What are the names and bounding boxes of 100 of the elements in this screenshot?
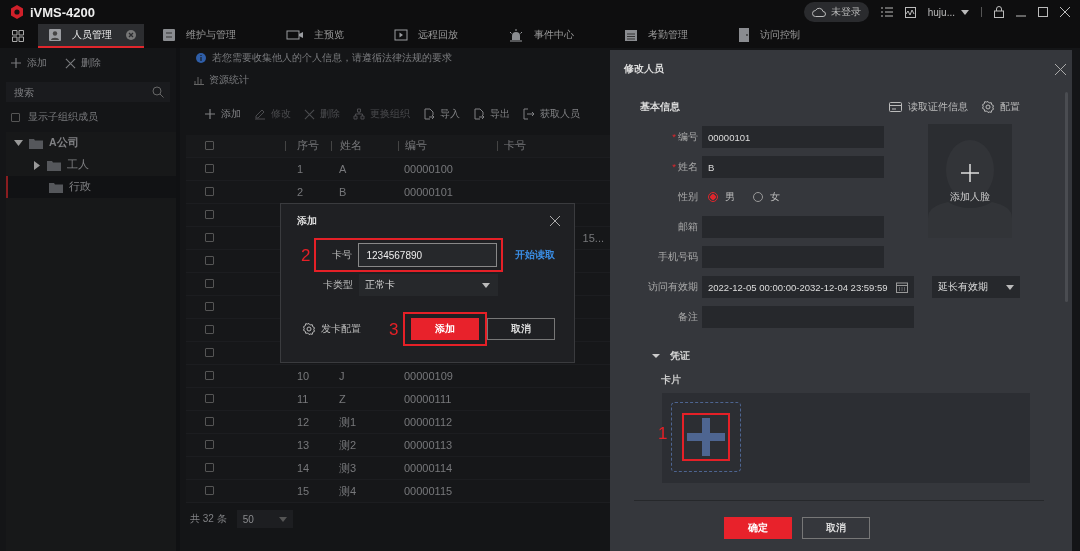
close-icon[interactable] [550, 216, 560, 226]
read-id-button[interactable]: 读取证件信息 [889, 100, 968, 114]
monitor-icon[interactable] [904, 6, 916, 18]
required-mark: * [672, 160, 676, 174]
table-cell: B [339, 186, 347, 198]
card-type-select[interactable]: 正常卡 [359, 274, 498, 296]
checkbox[interactable] [11, 112, 20, 122]
sidebar-action[interactable]: 添加 [10, 56, 47, 70]
close-icon[interactable] [1055, 63, 1066, 75]
checkbox[interactable] [205, 348, 214, 357]
id-card-icon [889, 102, 902, 112]
settings-icon [982, 101, 994, 113]
input-field[interactable]: 00000101 [702, 126, 884, 148]
checkbox[interactable] [205, 463, 214, 472]
tab[interactable]: 主预览 [276, 24, 356, 48]
checkbox[interactable] [205, 256, 214, 265]
search-field[interactable]: 搜索 [6, 82, 170, 102]
tab-label: 人员管理 [72, 28, 112, 42]
checkbox[interactable] [205, 279, 214, 288]
checkbox-label: 显示子组织成员 [28, 110, 98, 124]
table-cell: 测4 [339, 484, 357, 497]
door-icon [738, 27, 750, 43]
table-cell: 00000112 [404, 416, 453, 428]
folder-icon [47, 159, 61, 171]
caret-right-icon[interactable] [33, 160, 40, 170]
card-config-button[interactable]: 发卡配置 [303, 322, 361, 336]
table-cell: Z [339, 393, 346, 405]
cloud-status-button[interactable]: 未登录 [803, 2, 869, 22]
toolbar-button[interactable]: 添加 [204, 107, 241, 121]
app-logo-icon [10, 5, 24, 19]
start-reading-link[interactable]: 开始读取 [515, 248, 556, 262]
table-cell: 00000113 [404, 439, 453, 451]
date-range-field[interactable]: 2022-12-05 00:00:00-2032-12-04 23:59:59 [702, 276, 914, 298]
tab-label: 事件中心 [534, 28, 574, 42]
list-icon[interactable] [880, 7, 893, 17]
cancel-button[interactable]: 取消 [802, 517, 870, 539]
add-card-button[interactable] [671, 402, 741, 472]
checkbox[interactable] [205, 417, 214, 426]
field-label: 性别 [678, 190, 698, 204]
toolbar-button[interactable]: 获取人员 [523, 107, 580, 121]
tree-item[interactable]: A公司 [6, 132, 176, 154]
field-label: 邮箱 [678, 220, 698, 234]
alarm-light-icon [508, 28, 524, 42]
checkbox[interactable] [205, 440, 214, 449]
caret-down-icon [482, 282, 490, 288]
cross-icon [304, 108, 315, 120]
page-size-select[interactable]: 50 [236, 510, 293, 528]
sidebar-action[interactable]: 删除 [65, 56, 101, 70]
folder-icon [29, 137, 43, 149]
checkbox[interactable] [205, 302, 214, 311]
field-label: 访问有效期 [648, 280, 698, 294]
confirm-button[interactable]: 确定 [724, 517, 792, 539]
extend-validity-select[interactable]: 延长有效期 [932, 276, 1020, 298]
checkbox[interactable] [205, 210, 214, 219]
tree-item[interactable]: 行政 [6, 176, 176, 198]
grid-menu-icon[interactable] [12, 30, 24, 42]
tab[interactable]: 远程回放 [384, 24, 470, 48]
lock-icon[interactable] [994, 6, 1004, 18]
checkbox[interactable] [205, 371, 214, 380]
checkbox[interactable] [205, 486, 214, 495]
close-icon[interactable] [1060, 7, 1070, 17]
caret-down-icon[interactable] [14, 140, 23, 146]
table-cell: 11 [297, 393, 309, 405]
maximize-icon[interactable] [1038, 7, 1048, 17]
table-cell: 10 [297, 370, 310, 382]
input-field[interactable]: B [702, 156, 884, 178]
close-tab-icon[interactable] [126, 30, 136, 40]
table-cell: 00000114 [404, 462, 453, 474]
stats-link[interactable]: 资源统计 [186, 70, 610, 90]
document-arrow-icon [473, 108, 485, 120]
required-mark: * [672, 130, 676, 144]
tree-item[interactable]: 工人 [6, 154, 176, 176]
section-toggle[interactable]: 凭证 [652, 346, 1072, 366]
tab[interactable]: 访问控制 [728, 24, 812, 48]
person-card-icon [48, 28, 62, 42]
checkbox[interactable] [205, 394, 214, 403]
checkbox[interactable] [205, 141, 214, 150]
tab[interactable]: 人员管理 [38, 24, 144, 48]
field-label: 姓名 [678, 160, 698, 174]
config-button[interactable]: 配置 [982, 100, 1020, 114]
cancel-button[interactable]: 取消 [487, 318, 556, 340]
tab[interactable]: 事件中心 [498, 24, 586, 48]
column-header: 序号 [297, 139, 319, 153]
calendar-icon[interactable] [896, 281, 908, 293]
toolbar-button[interactable]: 导出 [473, 107, 510, 121]
checkbox[interactable] [205, 187, 214, 196]
checkbox[interactable] [205, 233, 214, 242]
checkbox[interactable] [205, 164, 214, 173]
radio-button[interactable] [708, 192, 718, 202]
column-header: 姓名 [340, 139, 362, 153]
face-upload-area[interactable]: 添加人脸 [928, 124, 1012, 238]
card-number-field[interactable]: 1234567890 [358, 243, 498, 267]
tab[interactable]: 维护与管理 [152, 24, 248, 48]
total-count: 共 32 条 [190, 512, 227, 526]
add-button[interactable]: 添加 [411, 318, 480, 340]
user-menu[interactable]: huju... [927, 6, 969, 18]
tab[interactable]: 考勤管理 [614, 24, 700, 48]
checkbox[interactable] [205, 325, 214, 334]
step-number: 3 [389, 320, 399, 338]
toolbar-button[interactable]: 导入 [423, 107, 460, 121]
